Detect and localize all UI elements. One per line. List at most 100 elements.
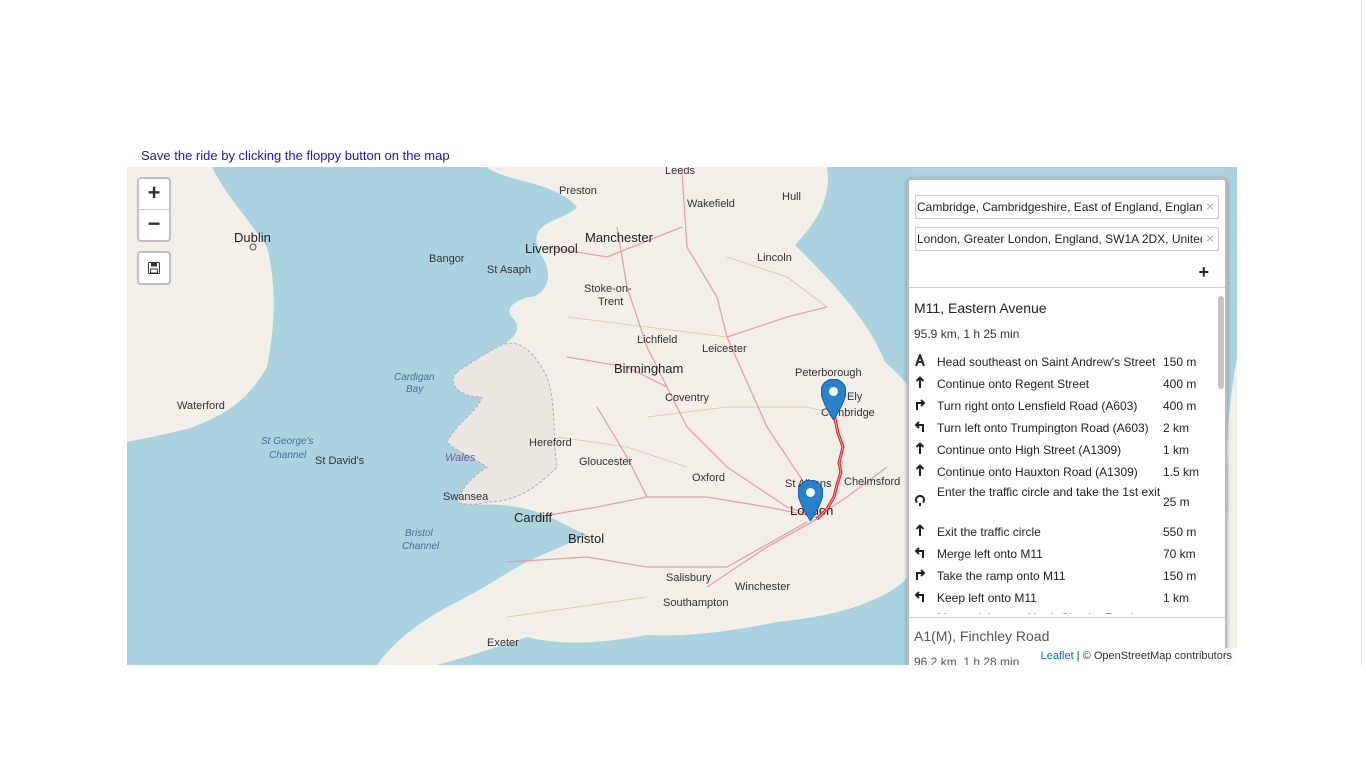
instruction-icon-cell <box>914 373 937 395</box>
instruction-row[interactable]: Continue onto Hauxton Road (A1309) 1.5 km <box>914 461 1223 483</box>
map-label-wakefield: Wakefield <box>687 198 735 210</box>
map-label-wales: Wales <box>445 452 476 464</box>
map-label-coventry: Coventry <box>665 392 710 404</box>
instruction-icon-cell <box>914 439 937 461</box>
route-summary: 95.9 km, 1 h 25 min <box>914 327 1020 341</box>
instruction-icon-cell <box>914 587 937 609</box>
map-label-ely: Ely <box>847 391 863 403</box>
instruction-row[interactable]: Continue onto High Street (A1309) 1 km <box>914 439 1223 461</box>
instruction-text: Take the ramp onto M11 <box>937 569 1066 583</box>
instruction-distance: 2 km <box>1163 421 1190 435</box>
turn-left-icon <box>914 547 924 558</box>
leaflet-link[interactable]: Leaflet <box>1041 650 1074 662</box>
osm-link[interactable]: OpenStreetMap <box>1094 650 1172 662</box>
start-marker-icon[interactable] <box>821 379 846 420</box>
add-waypoint-button[interactable]: + <box>909 259 1225 288</box>
instruction-row[interactable]: Head southeast on Saint Andrew's Street 1… <box>914 351 1223 373</box>
instruction-row[interactable]: Exit the traffic circle 550 m <box>914 521 1223 543</box>
roundabout-icon <box>915 494 925 506</box>
route-title-2: A1(M), Finchley Road <box>914 628 1050 644</box>
instruction-distance: 400 m <box>1163 399 1197 413</box>
end-marker-icon[interactable] <box>798 480 823 521</box>
map-label-bristol-channel: Bristol <box>405 528 434 539</box>
waypoint-start: × <box>915 195 1219 219</box>
scrollbar[interactable] <box>1218 296 1224 389</box>
instruction-distance: 150 m <box>1163 355 1197 369</box>
instruction-text: Exit the traffic circle <box>937 525 1041 539</box>
instruction-row[interactable]: Turn left onto Trumpington Road (A603) 2 … <box>914 417 1223 439</box>
map-label-peterborough: Peterborough <box>795 367 862 379</box>
map-label-lincoln: Lincoln <box>757 252 792 264</box>
attribution-contributors: contributors <box>1171 650 1232 662</box>
clear-end-icon[interactable]: × <box>1206 230 1214 246</box>
map-label-cardiff: Cardiff <box>514 510 552 525</box>
instruction-icon-cell <box>914 483 937 521</box>
map-label-oxford: Oxford <box>692 472 725 484</box>
save-button[interactable] <box>137 251 171 285</box>
instruction-text: Head southeast on Saint Andrew's Street <box>937 355 1156 369</box>
instruction-text: Enter the traffic circle and take the 1s… <box>937 485 1161 499</box>
instruction-icon-cell <box>914 351 937 373</box>
depart-icon <box>915 352 925 367</box>
map-label-preston: Preston <box>559 185 597 197</box>
instruction-row[interactable]: Merge left onto M11 70 km <box>914 543 1223 565</box>
map-label-trent: Trent <box>598 296 623 308</box>
map-label-cardigan: Cardigan <box>394 372 435 383</box>
map[interactable]: Leeds Preston Wakefield Hull Dublin Manc… <box>127 167 1237 665</box>
wales-region <box>446 342 558 505</box>
instruction-row[interactable]: Merge right onto North Circular Road (A4… <box>914 609 1223 614</box>
map-label-salisbury: Salisbury <box>666 572 712 584</box>
map-label-hereford: Hereford <box>529 437 572 449</box>
map-label-st-asaph: St Asaph <box>487 264 531 276</box>
straight-icon <box>915 376 925 388</box>
instruction-distance: 70 km <box>1163 547 1196 561</box>
instruction-row[interactable]: Continue onto Regent Street 400 m <box>914 373 1223 395</box>
instruction-row[interactable]: Enter the traffic circle and take the 1s… <box>914 483 1223 521</box>
map-label-bangor: Bangor <box>429 253 465 265</box>
instruction-text: Continue onto Hauxton Road (A1309) <box>937 465 1138 479</box>
instruction-text: Merge right onto North Circular Road (A4… <box>937 609 1163 614</box>
map-label-manchester: Manchester <box>585 230 654 245</box>
zoom-control: + − <box>137 177 171 242</box>
instruction-icon-cell <box>914 609 937 614</box>
instruction-icon-cell <box>914 461 937 483</box>
instruction-distance: 400 m <box>1163 377 1197 391</box>
straight-icon <box>915 524 925 536</box>
waypoint-end-input[interactable] <box>916 228 1202 250</box>
instruction-distance: 25 m <box>1163 495 1190 509</box>
instruction-distance: 1 km <box>1163 443 1190 457</box>
clear-start-icon[interactable]: × <box>1206 198 1214 214</box>
route-alternative-1[interactable]: M11, Eastern Avenue 95.9 km, 1 h 25 min … <box>909 288 1225 614</box>
map-label-liverpool: Liverpool <box>525 241 578 256</box>
instruction-text: Keep left onto M11 <box>937 591 1037 605</box>
waypoint-start-input[interactable] <box>916 196 1202 218</box>
straight-icon <box>915 464 925 476</box>
map-label-bay: Bay <box>406 384 424 395</box>
instruction-icon-cell <box>914 565 937 587</box>
turn-left-icon <box>914 591 924 602</box>
instruction-row[interactable]: Turn right onto Lensfield Road (A603) 400… <box>914 395 1223 417</box>
routing-panel: × × + M11, Eastern Avenue 95.9 km, 1 h 2… <box>907 178 1227 665</box>
map-label-swansea: Swansea <box>443 491 489 503</box>
save-hint-text: Save the ride by clicking the floppy but… <box>141 148 450 163</box>
instruction-text: Continue onto Regent Street <box>937 377 1090 391</box>
instruction-icon-cell <box>914 417 937 439</box>
instruction-row[interactable]: Keep left onto M11 1 km <box>914 587 1223 609</box>
map-label-st-georges: St George's <box>261 436 314 447</box>
instruction-distance: 550 m <box>1163 525 1197 539</box>
straight-icon <box>915 442 925 454</box>
map-label-gloucester: Gloucester <box>579 456 633 468</box>
instructions-table: Head southeast on Saint Andrew's Street 1… <box>914 351 1223 614</box>
map-label-southampton: Southampton <box>663 597 728 609</box>
instruction-distance: 1 km <box>1163 591 1190 605</box>
page: Save the ride by clicking the floppy but… <box>0 0 1366 768</box>
map-label-dublin: Dublin <box>234 230 271 245</box>
map-label-channel: Channel <box>269 450 307 461</box>
instruction-row[interactable]: Take the ramp onto M11 150 m <box>914 565 1223 587</box>
instruction-distance: 1.5 km <box>1163 465 1200 479</box>
zoom-out-button[interactable]: − <box>139 209 169 240</box>
map-label-lichfield: Lichfield <box>637 334 677 346</box>
page-divider <box>1361 0 1362 665</box>
turn-right-icon <box>916 569 926 580</box>
zoom-in-button[interactable]: + <box>139 179 169 209</box>
